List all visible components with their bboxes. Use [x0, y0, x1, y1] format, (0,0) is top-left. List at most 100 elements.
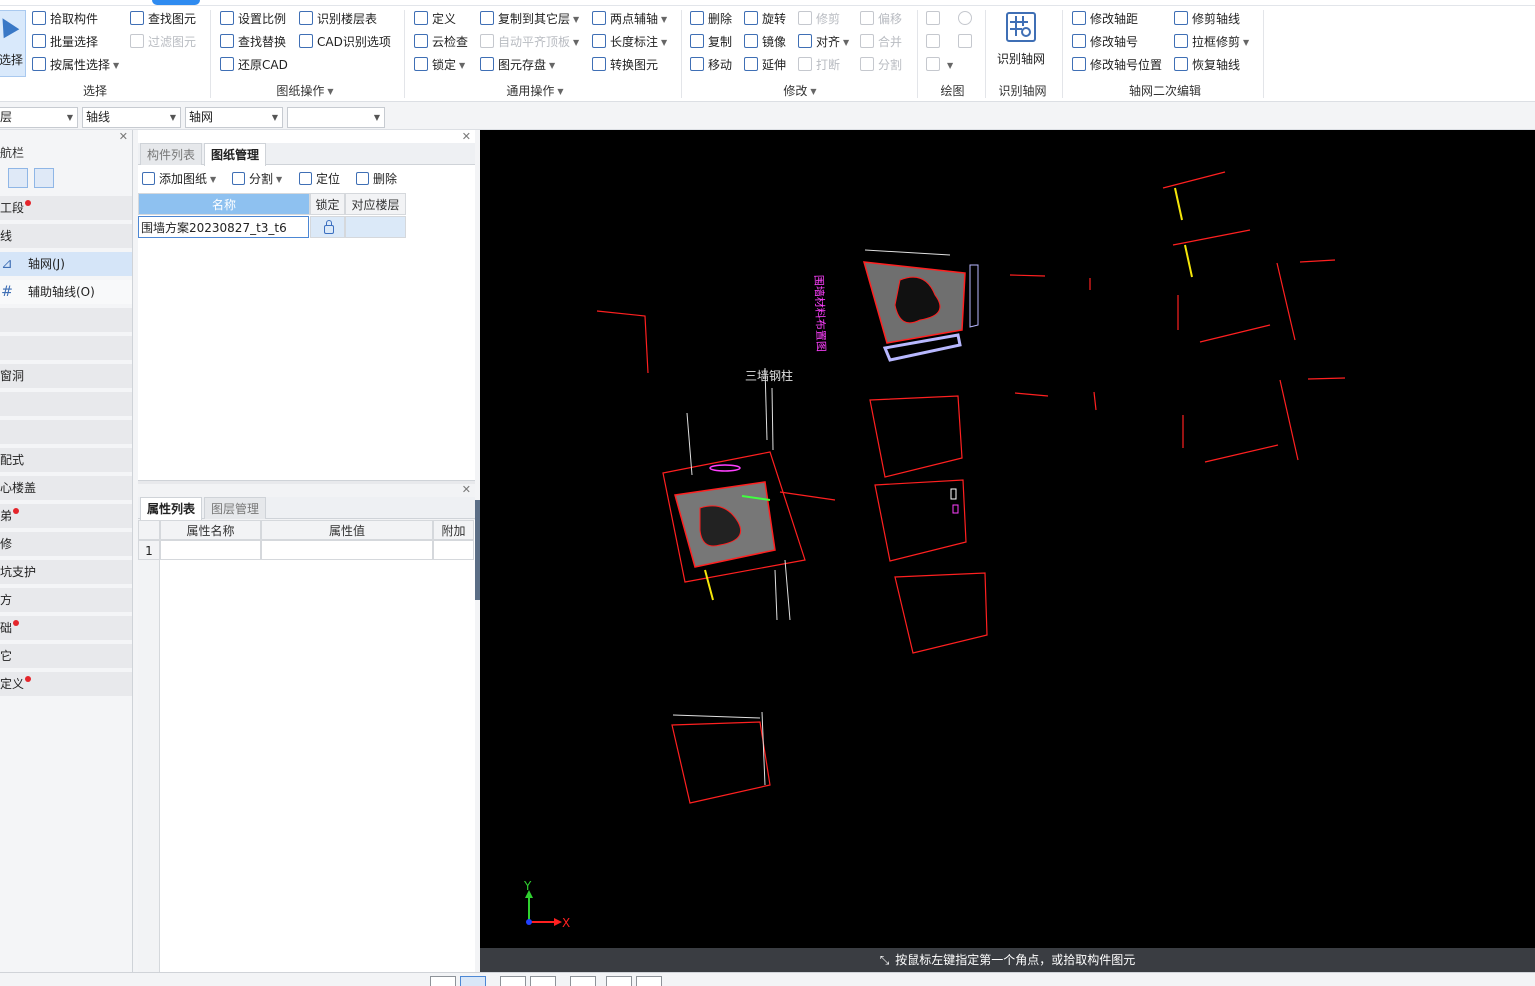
auto-align-slab-button[interactable]: 自动平齐顶板 ▼	[480, 32, 579, 52]
nav-item[interactable]: ⊿ 轴网(J)	[0, 252, 132, 276]
copy-to-other-floor-button[interactable]: 复制到其它层 ▼	[480, 9, 579, 29]
delete-drawing-button[interactable]: 删除	[356, 166, 397, 192]
cloud-check-button[interactable]: 云检查	[414, 32, 468, 52]
align-button[interactable]: 对齐 ▼	[798, 32, 849, 52]
nav-item[interactable]	[0, 336, 132, 360]
floor-combo[interactable]: 层 ▼	[0, 107, 78, 128]
find-replace-button[interactable]: 查找替换	[220, 32, 286, 52]
modify-group-title[interactable]: 修改 ▼	[760, 83, 840, 99]
split-icon	[860, 57, 874, 71]
table-row-floor-cell[interactable]	[345, 216, 406, 238]
tab-drawing-management[interactable]: 图纸管理	[204, 143, 267, 166]
box-trim-button[interactable]: 拉框修剪 ▼	[1174, 32, 1249, 52]
close-icon[interactable]: ✕	[462, 483, 471, 496]
nav-item[interactable]: 坑支护	[0, 560, 132, 584]
lock-button[interactable]: 锁定 ▼	[414, 55, 465, 75]
cad-canvas[interactable]: 围墙材料布置图 三墙钢柱 Y X	[480, 130, 1535, 948]
nav-item[interactable]: 弟	[0, 504, 132, 528]
rotate-button[interactable]: 旋转	[744, 9, 786, 29]
save-element-button[interactable]: 图元存盘 ▼	[480, 55, 555, 75]
panel-splitter[interactable]	[138, 480, 475, 484]
find-element-button[interactable]: 查找图元	[130, 9, 196, 29]
cad-drawing-svg[interactable]: 围墙材料布置图 三墙钢柱 Y X	[480, 130, 1535, 948]
nav-item[interactable]: 础	[0, 616, 132, 640]
tab-property-list[interactable]: 属性列表	[140, 497, 203, 520]
modify-spacing-button[interactable]: 修改轴距	[1072, 9, 1138, 29]
modify-axis-number-position-button[interactable]: 修改轴号位置	[1072, 55, 1162, 75]
component-combo[interactable]: ▼	[287, 107, 385, 128]
draw-point-button[interactable]	[926, 9, 944, 29]
trim-button[interactable]: 修剪	[798, 9, 840, 29]
move-button[interactable]: 移动	[690, 55, 732, 75]
draw-line-button[interactable]	[926, 32, 944, 52]
select-big-button[interactable]: 选择	[0, 10, 26, 77]
category-combo[interactable]: 轴线 ▼	[82, 107, 181, 128]
add-drawing-button[interactable]: 添加图纸 ▼	[142, 166, 216, 193]
nav-item[interactable]: # 辅助轴线(O)	[0, 280, 132, 304]
split-drawing-button[interactable]: 分割 ▼	[232, 166, 282, 193]
select-by-property-button[interactable]: 按属性选择 ▼	[32, 55, 119, 75]
split-button[interactable]: 分割	[860, 55, 902, 75]
dimension-icon	[592, 34, 606, 48]
col-floor-header[interactable]: 对应楼层	[345, 193, 406, 215]
convert-element-button[interactable]: 转换图元	[592, 55, 658, 75]
nav-item[interactable]	[0, 308, 132, 332]
length-dimension-button[interactable]: 长度标注 ▼	[592, 32, 667, 52]
nav-item-label: 定义	[0, 677, 25, 691]
table-row-name-cell[interactable]: 围墙方案20230827_t3_t6	[138, 216, 309, 238]
modify-axis-number-button[interactable]: 修改轴号	[1072, 32, 1138, 52]
nav-item[interactable]: 方	[0, 588, 132, 612]
detail-view-icon[interactable]	[34, 168, 54, 188]
merge-button[interactable]: 合并	[860, 32, 902, 52]
set-scale-button[interactable]: 设置比例	[220, 9, 286, 29]
restore-axis-button[interactable]: 恢复轴线	[1174, 55, 1240, 75]
two-point-aux-axis-button[interactable]: 两点辅轴 ▼	[592, 9, 667, 29]
nav-item[interactable]: 定义	[0, 672, 132, 696]
batch-select-button[interactable]: 批量选择	[32, 32, 98, 52]
common-ops-group-title[interactable]: 通用操作 ▼	[480, 83, 590, 99]
property-extra-cell[interactable]	[433, 540, 474, 560]
identify-floor-table-button[interactable]: 识别楼层表	[299, 9, 377, 29]
col-lock-header[interactable]: 锁定	[310, 193, 345, 215]
group-separator	[917, 10, 918, 98]
extend-button[interactable]: 延伸	[744, 55, 786, 75]
offset-button[interactable]: 偏移	[860, 9, 902, 29]
define-button[interactable]: 定义	[414, 9, 456, 29]
nav-item[interactable]: 配式	[0, 448, 132, 472]
nav-item[interactable]: 线	[0, 224, 132, 248]
mirror-button[interactable]: 镜像	[744, 32, 786, 52]
locate-drawing-button[interactable]: 定位	[299, 166, 340, 192]
draw-circle-button[interactable]	[958, 9, 976, 29]
trim-axis-button[interactable]: 修剪轴线	[1174, 9, 1240, 29]
nav-item[interactable]: 它	[0, 644, 132, 668]
nav-item[interactable]	[0, 392, 132, 416]
active-main-tab[interactable]	[152, 0, 200, 5]
table-row-lock-cell[interactable]	[310, 216, 345, 238]
restore-cad-button[interactable]: 还原CAD	[220, 55, 288, 75]
filter-element-button[interactable]: 过滤图元	[130, 32, 196, 52]
nav-item[interactable]: 心楼盖	[0, 476, 132, 500]
close-icon[interactable]: ✕	[462, 130, 471, 143]
nav-item[interactable]: 工段	[0, 196, 132, 220]
delete-button[interactable]: 删除	[690, 9, 732, 29]
property-value-cell[interactable]	[261, 540, 433, 560]
draw-arc-button[interactable]: ▼	[926, 55, 953, 75]
break-button[interactable]: 打断	[798, 55, 840, 75]
nav-item[interactable]	[0, 420, 132, 444]
nav-item[interactable]: 窗洞	[0, 364, 132, 388]
tab-layer-management[interactable]: 图层管理	[204, 497, 267, 519]
col-name-header[interactable]: 名称	[138, 193, 310, 215]
nav-item[interactable]: 修	[0, 532, 132, 556]
copy-button[interactable]: 复制	[690, 32, 732, 52]
tab-component-list[interactable]: 构件列表	[140, 143, 203, 165]
list-view-icon[interactable]	[8, 168, 28, 188]
close-icon[interactable]: ✕	[119, 130, 128, 143]
cad-line	[1204, 444, 1279, 463]
cad-identify-options-button[interactable]: CAD识别选项	[299, 32, 391, 52]
property-name-cell[interactable]	[160, 540, 261, 560]
draw-rect-button[interactable]	[958, 32, 976, 52]
identify-grid-big-button[interactable]: 识别轴网	[995, 12, 1047, 70]
type-combo[interactable]: 轴网 ▼	[185, 107, 283, 128]
drawing-ops-group-title[interactable]: 图纸操作 ▼	[250, 83, 360, 99]
pick-component-button[interactable]: 拾取构件	[32, 9, 98, 29]
